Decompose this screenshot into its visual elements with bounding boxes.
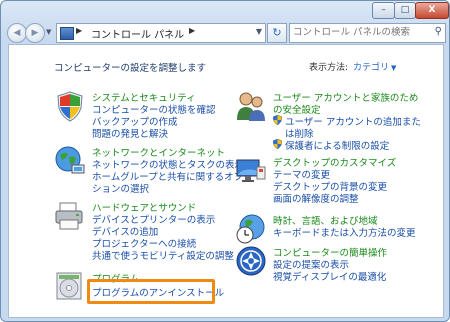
content-pane: コンピューターの設定を調整します 表示方法: カテゴリ ▼ システムとセキュリティ… bbox=[8, 44, 444, 318]
clock-globe-icon[interactable] bbox=[235, 213, 267, 245]
recent-pages-dropdown-icon[interactable]: ▼ bbox=[46, 28, 51, 36]
control-panel-window: – □ X ◀ ▶ ▼ ▶ コントロール パネル ▶ ▼ ↻ ⚲ コンピューター… bbox=[0, 0, 450, 322]
search-icon[interactable]: ⚲ bbox=[435, 26, 442, 37]
search-input[interactable] bbox=[293, 25, 421, 39]
network-globe-icon[interactable] bbox=[54, 145, 86, 177]
maximize-button[interactable]: □ bbox=[394, 2, 416, 19]
link-mobility-settings[interactable]: 共通で使うモビリティ設定の調整 bbox=[92, 248, 234, 262]
users-icon[interactable] bbox=[235, 90, 267, 122]
link-optimize-display[interactable]: 視覚ディスプレイの最適化 bbox=[273, 269, 386, 283]
link-adjust-resolution[interactable]: 画面の解像度の調整 bbox=[273, 191, 359, 205]
ease-of-access-icon[interactable] bbox=[235, 245, 267, 277]
link-change-keyboard[interactable]: キーボードまたは入力方法の変更 bbox=[273, 225, 416, 239]
link-label-parental-controls[interactable]: 保護者による制限の設定 bbox=[285, 138, 389, 152]
programs-disc-icon[interactable] bbox=[54, 271, 86, 303]
breadcrumb-separator-icon[interactable]: ▶ bbox=[76, 26, 82, 35]
view-by-dropdown[interactable]: カテゴリ ▼ bbox=[353, 60, 396, 73]
forward-button[interactable]: ▶ bbox=[25, 23, 45, 43]
uac-shield-icon bbox=[273, 139, 282, 149]
navigation-bar: ◀ ▶ ▼ ▶ コントロール パネル ▶ ▼ ↻ ⚲ bbox=[1, 19, 449, 45]
printer-icon[interactable] bbox=[54, 200, 86, 232]
close-button[interactable]: X bbox=[415, 2, 449, 19]
desktop-monitor-icon[interactable] bbox=[235, 155, 267, 187]
page-heading: コンピューターの設定を調整します bbox=[54, 63, 207, 74]
control-panel-icon bbox=[60, 27, 74, 40]
address-bar[interactable]: ▶ コントロール パネル ▶ ▼ bbox=[56, 23, 266, 43]
minimize-button[interactable]: – bbox=[372, 2, 395, 19]
dropdown-arrow-icon[interactable]: ▼ bbox=[391, 64, 396, 72]
breadcrumb-separator-icon[interactable]: ▶ bbox=[189, 26, 195, 35]
view-by-value[interactable]: カテゴリ bbox=[353, 63, 389, 73]
breadcrumb-control-panel[interactable]: コントロール パネル bbox=[91, 26, 184, 41]
search-box[interactable]: ⚲ bbox=[289, 23, 446, 43]
link-find-fix-problems[interactable]: 問題の発見と解決 bbox=[92, 126, 168, 140]
uac-shield-icon bbox=[273, 115, 282, 125]
refresh-button[interactable]: ↻ bbox=[267, 23, 287, 43]
back-button[interactable]: ◀ bbox=[7, 23, 27, 43]
link-homegroup-sharing-cont[interactable]: ションの選択 bbox=[92, 181, 149, 195]
view-by-label: 表示方法: bbox=[309, 63, 349, 73]
security-shield-icon[interactable] bbox=[54, 90, 86, 122]
address-dropdown-icon[interactable]: ▼ bbox=[256, 27, 262, 36]
highlight-box bbox=[87, 279, 215, 304]
